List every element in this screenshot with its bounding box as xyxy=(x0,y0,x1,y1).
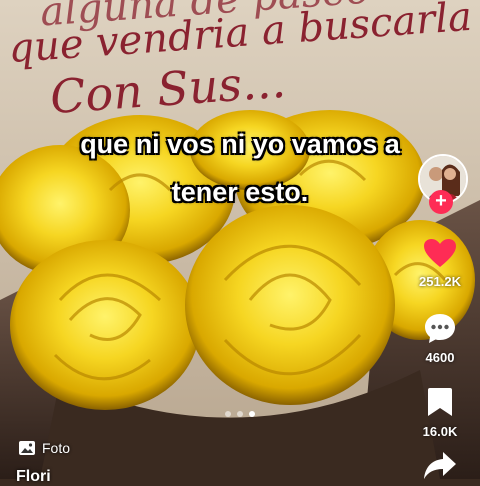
bookmark-icon xyxy=(428,388,452,416)
handwritten-note: alguna de paseo que vendria a buscarla C… xyxy=(0,0,480,130)
caption-line-2: tener esto. xyxy=(171,177,309,207)
media-type-label: Foto xyxy=(42,440,71,456)
caption-line-1: que ni vos ni yo vamos a xyxy=(80,129,400,159)
carousel-dot[interactable] xyxy=(225,411,231,417)
carousel-dot[interactable] xyxy=(237,411,243,417)
media-type-badge: Foto xyxy=(18,437,70,459)
share-icon xyxy=(424,452,456,479)
comment-button[interactable]: 4600 xyxy=(400,312,480,365)
comment-count: 4600 xyxy=(425,350,455,365)
photo-icon xyxy=(19,441,35,455)
save-count: 16.0K xyxy=(422,424,458,439)
author-name[interactable]: Flori xyxy=(16,468,51,486)
save-button[interactable]: 16.0K xyxy=(400,386,480,439)
comment-icon xyxy=(425,314,455,343)
share-button[interactable] xyxy=(400,450,480,486)
carousel-indicator xyxy=(220,411,260,417)
heart-icon xyxy=(424,239,456,267)
like-button[interactable]: 251.2K xyxy=(400,238,480,289)
like-count: 251.2K xyxy=(419,274,461,289)
plus-icon[interactable]: + xyxy=(429,190,453,214)
carousel-dot-active[interactable] xyxy=(249,411,255,417)
